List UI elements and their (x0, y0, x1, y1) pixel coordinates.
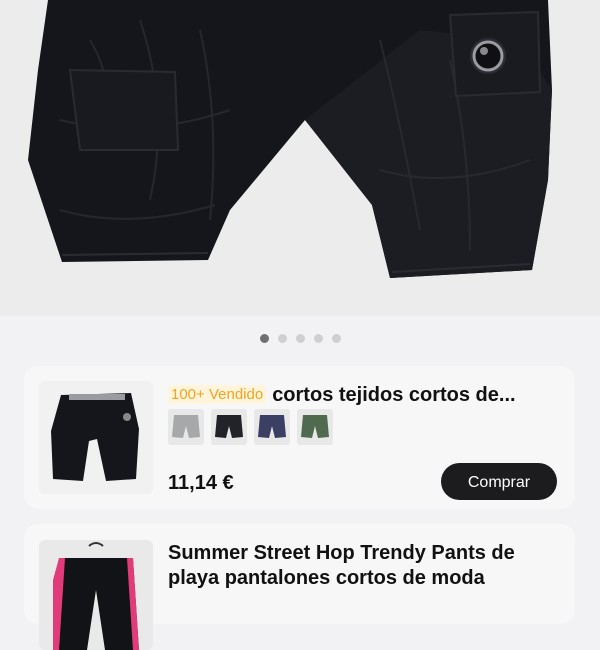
carousel-dot[interactable] (295, 334, 305, 343)
carousel-dot[interactable] (277, 334, 287, 343)
product-card[interactable]: 100+ Vendido cortos tejidos cortos de... … (24, 366, 575, 509)
variant-grey[interactable] (168, 409, 204, 445)
buy-button[interactable]: Comprar (441, 463, 557, 500)
product-thumbnail[interactable] (39, 540, 153, 650)
variant-black[interactable] (211, 409, 247, 445)
shorts-photo (0, 0, 600, 316)
product-thumbnail[interactable] (39, 381, 153, 494)
product-card[interactable]: Summer Street Hop Trendy Pants de playa … (24, 524, 575, 650)
product-title: cortos tejidos cortos de... (272, 384, 516, 406)
carousel-dot[interactable] (331, 334, 341, 343)
carousel-dot[interactable] (259, 334, 269, 343)
product-price: 11,14 € (168, 472, 234, 494)
product-title: Summer Street Hop Trendy Pants de playa … (168, 542, 515, 589)
pants-thumbnail-icon (39, 540, 153, 650)
carousel-dot[interactable] (313, 334, 323, 343)
product-image-gallery[interactable] (0, 0, 600, 316)
variant-green[interactable] (297, 409, 333, 445)
variant-navy[interactable] (254, 409, 290, 445)
carousel-indicator[interactable] (0, 334, 600, 346)
product-title-row: 100+ Vendido cortos tejidos cortos de... (168, 384, 553, 407)
variant-list (168, 409, 333, 445)
shorts-thumbnail-icon (39, 381, 153, 494)
sold-badge: 100+ Vendido (168, 385, 267, 404)
